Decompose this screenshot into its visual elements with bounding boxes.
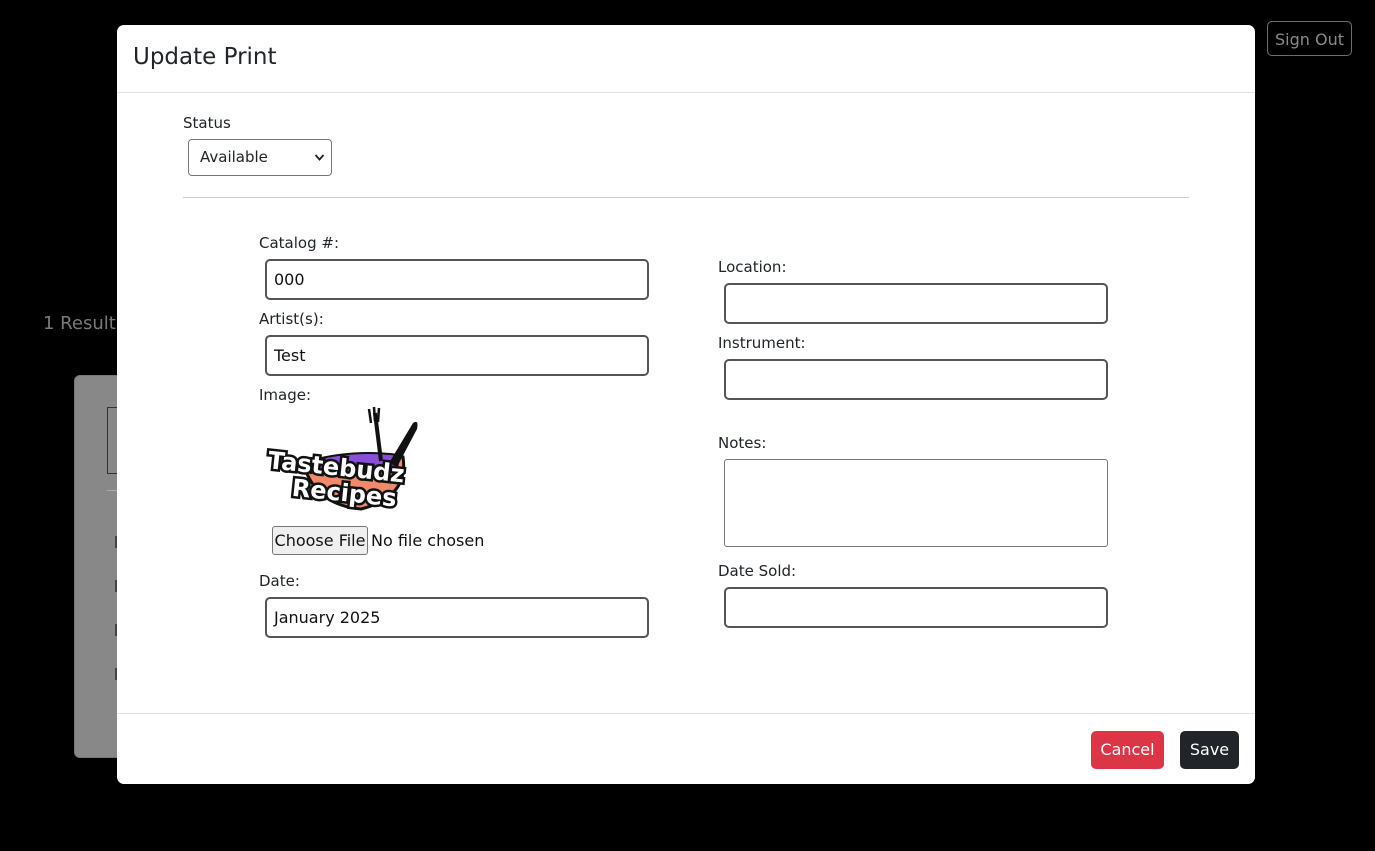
sign-out-button[interactable]: Sign Out xyxy=(1267,21,1352,56)
catalog-input[interactable]: 000 xyxy=(265,259,649,300)
file-status-text: No file chosen xyxy=(371,531,485,550)
location-input[interactable] xyxy=(724,283,1108,324)
section-divider xyxy=(183,197,1189,198)
status-select-value: Available xyxy=(200,148,268,166)
save-button[interactable]: Save xyxy=(1180,731,1239,769)
results-count: 1 Result( xyxy=(43,313,123,334)
location-label: Location: xyxy=(718,258,787,276)
modal-header: Update Print xyxy=(117,25,1255,93)
image-label: Image: xyxy=(259,386,312,404)
print-image: Tastebudz Recipes xyxy=(263,405,423,515)
modal-title: Update Print xyxy=(133,44,277,70)
status-label: Status xyxy=(183,114,231,132)
chevron-down-icon xyxy=(314,140,325,189)
notes-textarea[interactable] xyxy=(724,459,1108,547)
artists-label: Artist(s): xyxy=(259,310,324,328)
notes-label: Notes: xyxy=(718,434,767,452)
date-sold-label: Date Sold: xyxy=(718,562,797,580)
instrument-label: Instrument: xyxy=(718,334,806,352)
cancel-button[interactable]: Cancel xyxy=(1091,731,1164,769)
date-label: Date: xyxy=(259,572,300,590)
choose-file-button[interactable]: Choose File xyxy=(272,526,368,555)
status-select[interactable]: Available xyxy=(188,139,332,176)
modal-footer: Cancel Save xyxy=(117,713,1255,784)
instrument-input[interactable] xyxy=(724,359,1108,400)
artists-input[interactable]: Test xyxy=(265,335,649,376)
date-input[interactable]: January 2025 xyxy=(265,597,649,638)
catalog-label: Catalog #: xyxy=(259,234,339,252)
update-print-modal: Update Print Status Available Catalog #:… xyxy=(117,25,1255,784)
date-sold-input[interactable] xyxy=(724,587,1108,628)
